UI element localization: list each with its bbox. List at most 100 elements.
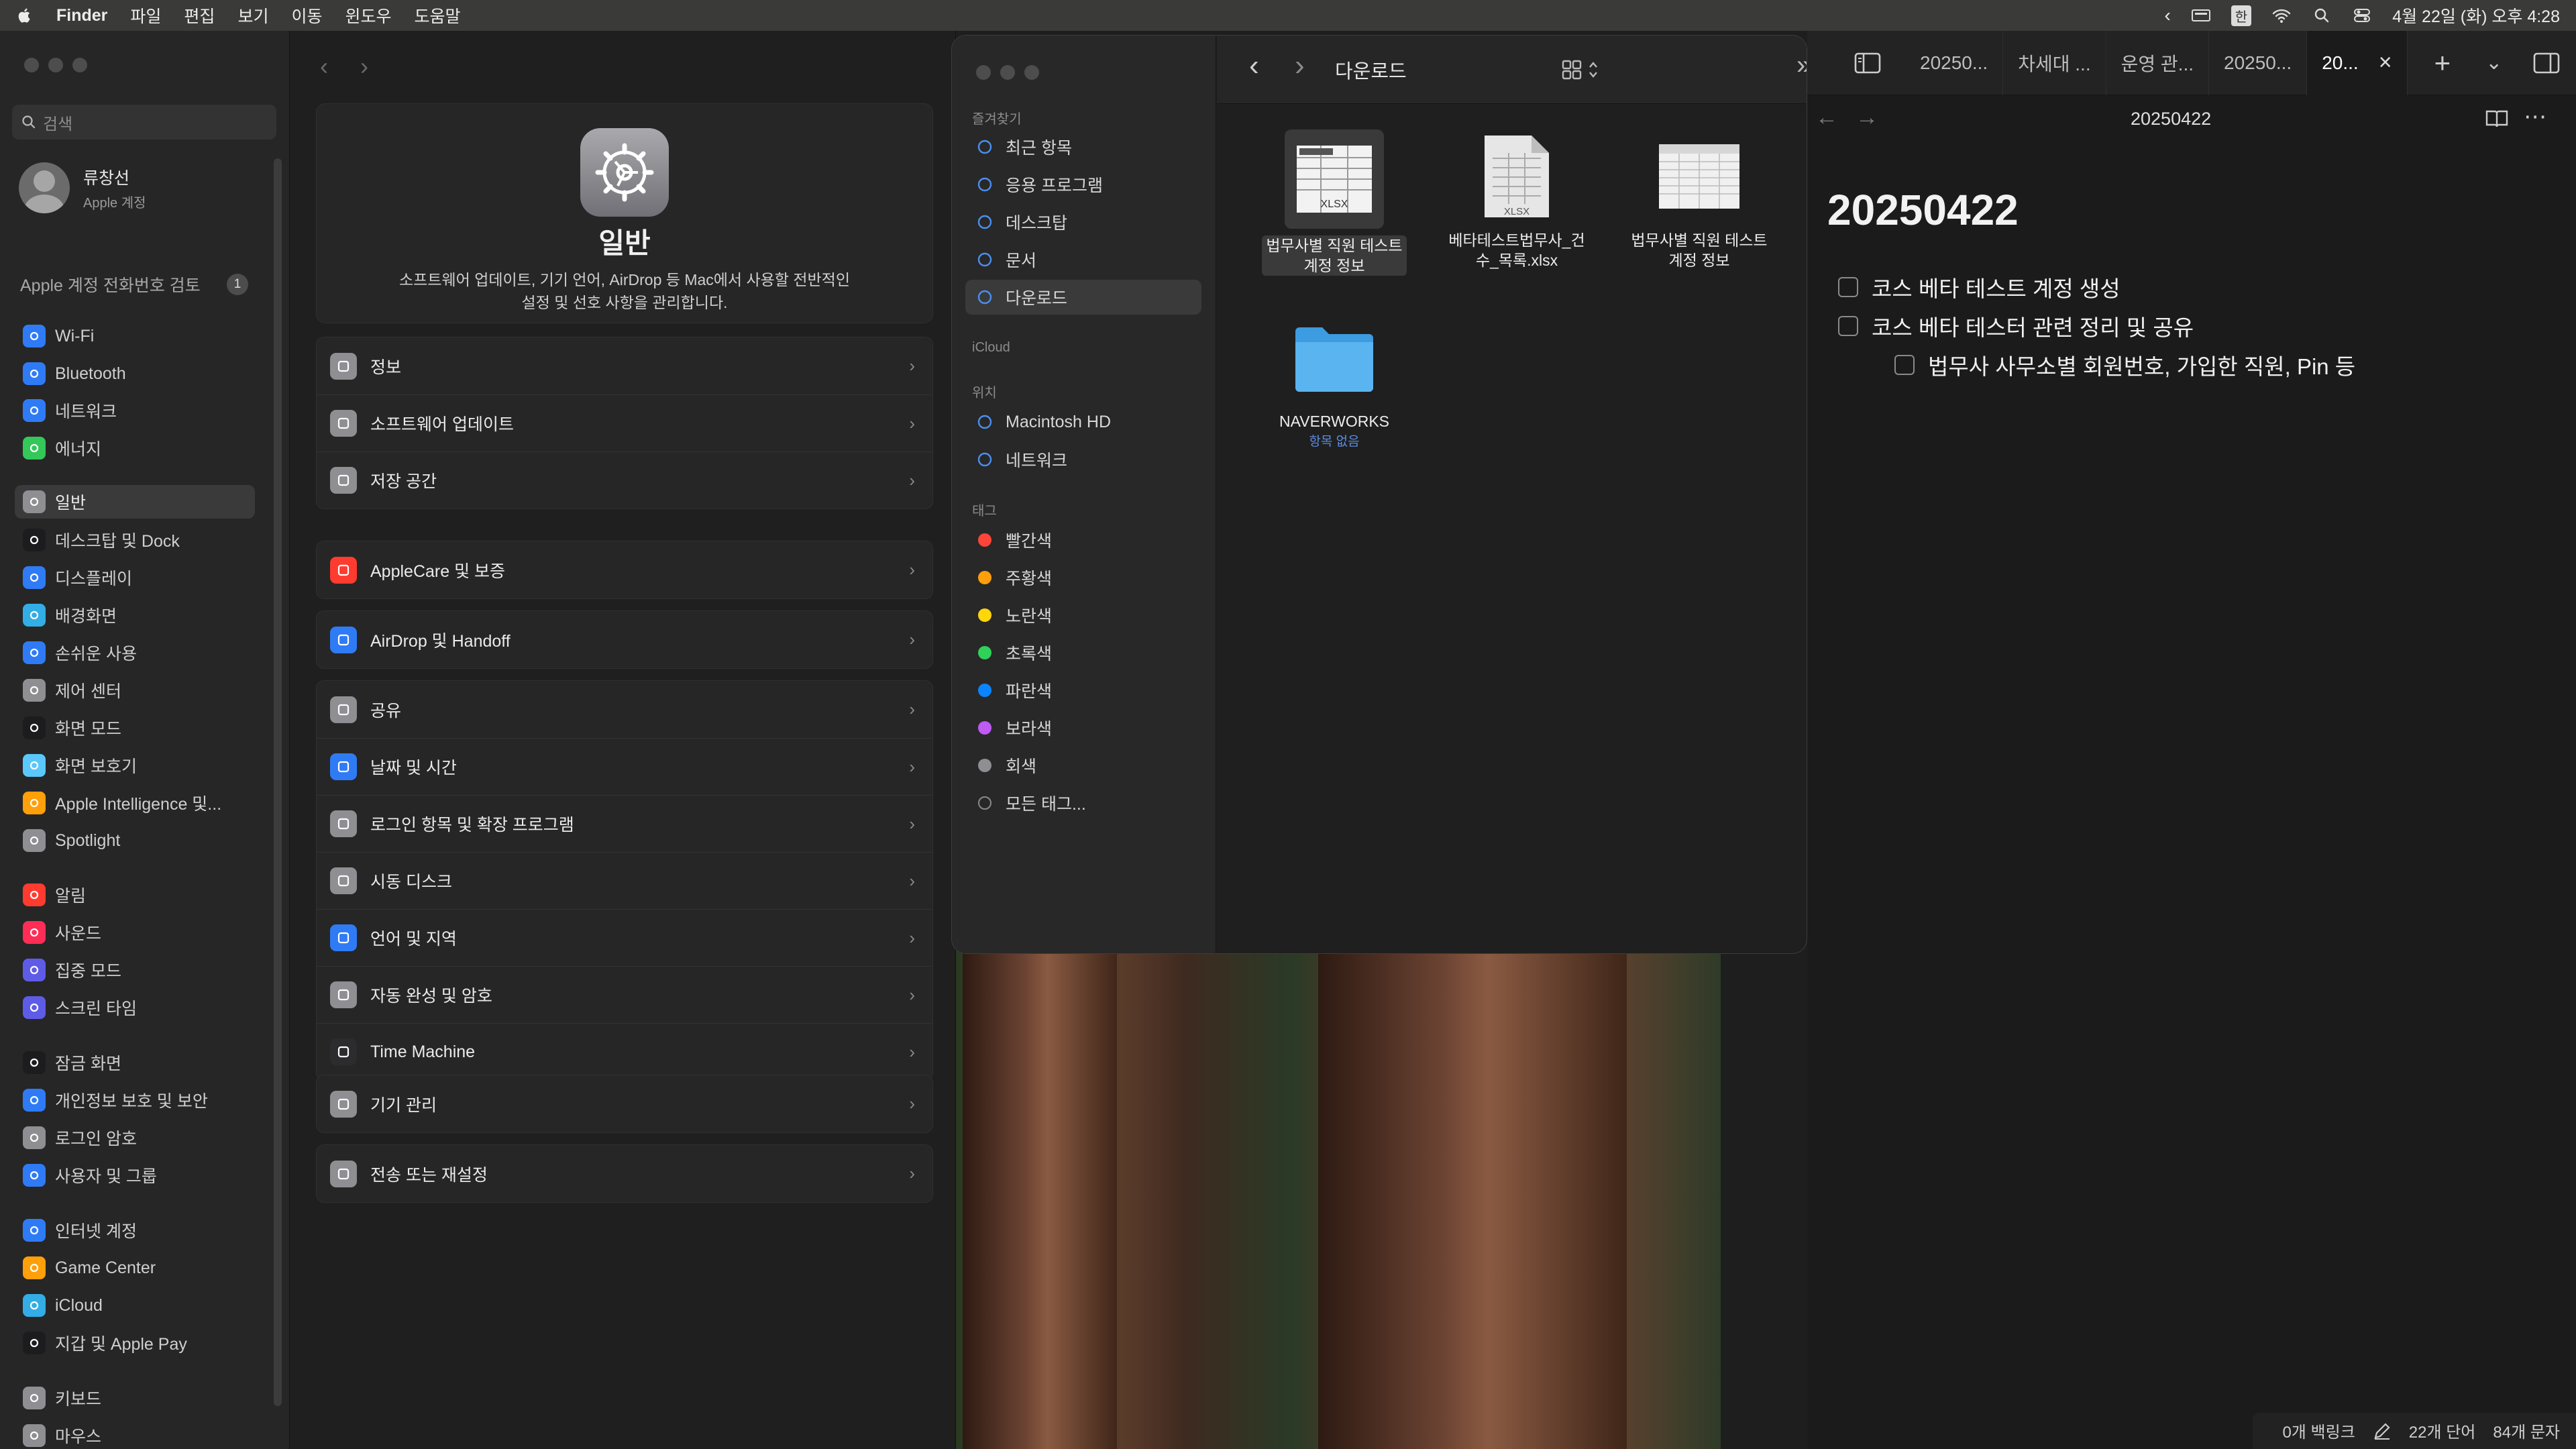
settings-row[interactable]: AirDrop 및 Handoff › — [317, 611, 932, 668]
sidebar-item[interactable]: 네트워크 — [15, 394, 255, 427]
note-tab-active[interactable]: 20... × — [2307, 30, 2408, 95]
task-text[interactable]: 코스 베타 테스터 관련 정리 및 공유 — [1872, 310, 2194, 342]
sidebar-item[interactable]: 지갑 및 Apple Pay — [15, 1326, 255, 1360]
task-checkbox[interactable] — [1838, 277, 1858, 297]
file-item[interactable]: XLSX 법무사별 직원 테스트 계정 정보 — [1237, 129, 1432, 276]
control-center-icon[interactable] — [2352, 7, 2372, 24]
backlink-count[interactable]: 0개 백링크 — [2282, 1419, 2355, 1442]
settings-row[interactable]: 기기 관리 › — [317, 1075, 932, 1132]
sidebar-item[interactable]: Apple Intelligence 및... — [15, 786, 255, 820]
account-review-row[interactable]: Apple 계정 전화번호 검토 1 — [20, 272, 248, 297]
forward-arrow-icon[interactable]: › — [360, 52, 368, 80]
settings-row[interactable]: 소프트웨어 업데이트 › — [317, 394, 932, 451]
menu-clock[interactable]: 4월 22일 (화) 오후 4:28 — [2392, 3, 2560, 28]
menu-window[interactable]: 윈도우 — [345, 3, 391, 28]
finder-sidebar-item[interactable]: 응용 프로그램 — [965, 167, 1201, 202]
settings-row[interactable]: 정보 › — [317, 337, 932, 394]
finder-sidebar-item[interactable]: 모든 태그... — [965, 786, 1201, 820]
sidebar-item[interactable]: iCloud — [15, 1289, 255, 1322]
right-sidebar-toggle-icon[interactable] — [2533, 52, 2560, 74]
menu-go[interactable]: 이동 — [291, 3, 322, 28]
settings-row[interactable]: 전송 또는 재설정 › — [317, 1145, 932, 1202]
settings-row[interactable]: AppleCare 및 보증 › — [317, 541, 932, 598]
task-checkbox[interactable] — [1894, 355, 1915, 375]
reading-mode-icon[interactable] — [2485, 109, 2509, 129]
sidebar-toggle-icon[interactable] — [1854, 52, 1881, 74]
note-forward-icon[interactable]: → — [1856, 105, 1878, 131]
finder-zoom-button[interactable] — [1024, 65, 1039, 80]
sidebar-item[interactable]: 사용자 및 그룹 — [15, 1159, 255, 1192]
settings-search-field[interactable]: 검색 — [12, 105, 276, 140]
keyboard-viewer-icon[interactable] — [2191, 7, 2211, 24]
spotlight-search-icon[interactable] — [2312, 7, 2332, 24]
wifi-status-icon[interactable] — [2271, 7, 2292, 24]
sidebar-item[interactable]: 개인정보 보호 및 보안 — [15, 1083, 255, 1117]
sidebar-item[interactable]: 화면 보호기 — [15, 749, 255, 782]
task-text[interactable]: 법무사 사무소별 회원번호, 가입한 직원, Pin 등 — [1928, 349, 2355, 381]
sidebar-item[interactable]: Bluetooth — [15, 357, 255, 390]
finder-back-icon[interactable]: ‹ — [1249, 49, 1259, 83]
tab-list-chevron-icon[interactable]: ⌄ — [2485, 51, 2502, 74]
finder-sidebar-item[interactable]: 주황색 — [965, 560, 1201, 595]
sidebar-item[interactable]: 집중 모드 — [15, 953, 255, 987]
sidebar-item[interactable]: 스크린 타임 — [15, 991, 255, 1024]
folder-item[interactable]: NAVERWORKS 항목 없음 — [1237, 311, 1432, 449]
icloud-header[interactable]: iCloud — [972, 340, 1010, 356]
settings-row[interactable]: 시동 디스크 › — [317, 852, 932, 909]
minimize-button[interactable] — [48, 58, 63, 72]
settings-row[interactable]: 자동 완성 및 암호 › — [317, 966, 932, 1023]
edit-mode-icon[interactable] — [2373, 1421, 2392, 1440]
file-item[interactable]: 법무사별 직원 테스트 계정 정보 — [1602, 129, 1796, 270]
finder-sidebar-item[interactable]: 데스크탑 — [965, 205, 1201, 239]
menu-view[interactable]: 보기 — [237, 3, 268, 28]
task-text[interactable]: 코스 베타 테스트 계정 생성 — [1872, 271, 2121, 303]
finder-sidebar-item[interactable]: 보라색 — [965, 710, 1201, 745]
settings-row[interactable]: 공유 › — [317, 681, 932, 738]
new-tab-icon[interactable]: + — [2434, 47, 2451, 79]
sidebar-item[interactable]: 사운드 — [15, 916, 255, 949]
close-button[interactable] — [24, 58, 39, 72]
file-item[interactable]: XLSX 베타테스트법무사_건 수_목록.xlsx — [1419, 129, 1614, 270]
more-options-icon[interactable]: ⋯ — [2524, 103, 2546, 130]
finder-sidebar-item[interactable]: 네트워크 — [965, 442, 1201, 477]
menu-file[interactable]: 파일 — [130, 3, 161, 28]
sidebar-item[interactable]: Spotlight — [15, 824, 255, 857]
settings-row[interactable]: 로그인 항목 및 확장 프로그램 › — [317, 795, 932, 852]
finder-forward-icon[interactable]: › — [1295, 49, 1305, 83]
finder-sidebar-item[interactable]: 노란색 — [965, 598, 1201, 633]
note-tab[interactable]: 차세대 ... — [2003, 30, 2106, 95]
note-tab[interactable]: 운영 관... — [2106, 30, 2210, 95]
input-source-indicator[interactable]: 한 — [2231, 5, 2252, 26]
more-toolbar-icon[interactable]: » — [1796, 50, 1807, 80]
back-arrow-icon[interactable]: ‹ — [320, 52, 328, 80]
sidebar-item[interactable]: 인터넷 계정 — [15, 1214, 255, 1247]
sidebar-item[interactable]: 배경화면 — [15, 598, 255, 632]
finder-close-button[interactable] — [976, 65, 991, 80]
sidebar-item[interactable]: 손쉬운 사용 — [15, 636, 255, 669]
finder-sidebar-item[interactable]: Macintosh HD — [965, 405, 1201, 439]
sidebar-item[interactable]: 데스크탑 및 Dock — [15, 523, 255, 557]
sidebar-item[interactable]: 일반 — [15, 485, 255, 519]
sidebar-item[interactable]: Game Center — [15, 1251, 255, 1285]
task-checkbox[interactable] — [1838, 316, 1858, 336]
settings-row[interactable]: 저장 공간 › — [317, 451, 932, 508]
settings-row[interactable]: 언어 및 지역 › — [317, 909, 932, 966]
finder-sidebar-item[interactable]: 파란색 — [965, 673, 1201, 708]
settings-row[interactable]: Time Machine › — [317, 1023, 932, 1080]
sidebar-item[interactable]: 디스플레이 — [15, 561, 255, 594]
sidebar-item[interactable]: Wi-Fi — [15, 319, 255, 353]
apple-account-row[interactable]: 류창선 Apple 계정 — [19, 162, 146, 213]
menu-help[interactable]: 도움말 — [414, 3, 460, 28]
sidebar-item[interactable]: 마우스 — [15, 1419, 255, 1449]
finder-sidebar-item[interactable]: 문서 — [965, 242, 1201, 277]
finder-sidebar-item[interactable]: 다운로드 — [965, 280, 1201, 315]
note-tab[interactable]: 20250... — [1905, 30, 2004, 95]
finder-sidebar-item[interactable]: 초록색 — [965, 635, 1201, 670]
note-back-icon[interactable]: ← — [1815, 105, 1838, 131]
finder-sidebar-item[interactable]: 빨간색 — [965, 523, 1201, 557]
settings-row[interactable]: 날짜 및 시간 › — [317, 738, 932, 795]
sidebar-item[interactable]: 에너지 — [15, 431, 255, 465]
view-grid-icon[interactable] — [1562, 58, 1602, 81]
finder-minimize-button[interactable] — [1000, 65, 1015, 80]
note-tab[interactable]: 20250... — [2209, 30, 2308, 95]
